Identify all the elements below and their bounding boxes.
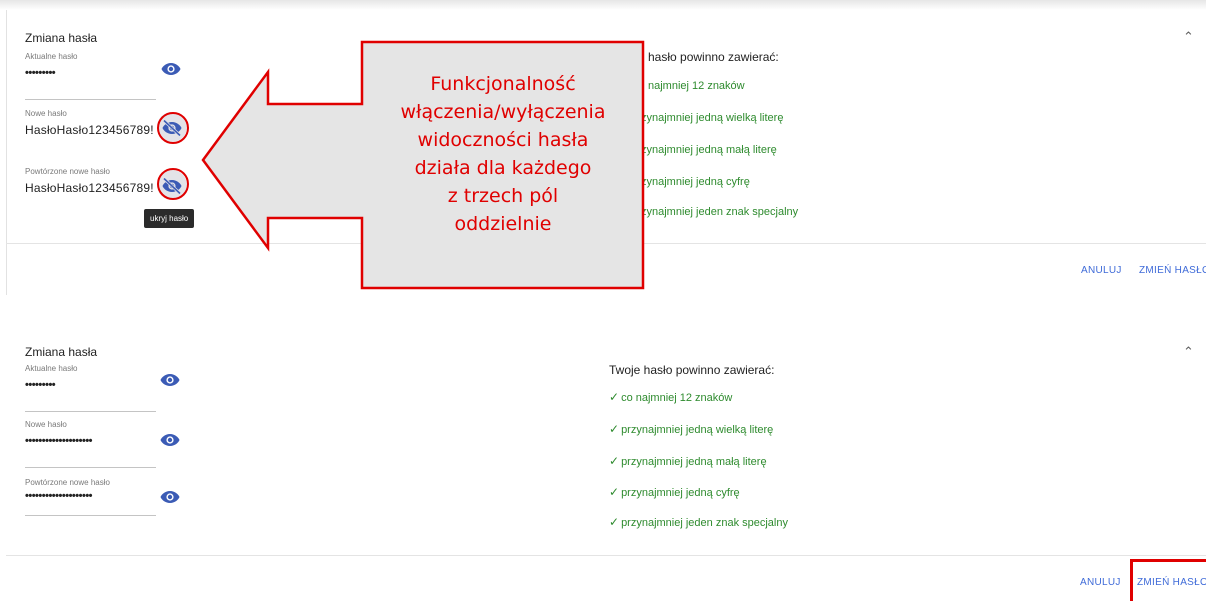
annotation-line: Funkcjonalność — [430, 73, 576, 95]
check-icon: ✓ — [609, 454, 620, 468]
check-icon: ✓ — [609, 485, 620, 499]
requirement-item: ✓ przynajmniej jedną wielką literę — [609, 422, 773, 436]
eye-icon[interactable] — [160, 433, 180, 447]
tooltip-hide-password: ukryj hasło — [144, 209, 195, 228]
requirement-item: ✓ przynajmniej jedną małą literę — [609, 454, 767, 468]
requirements-title: hasło powinno zawierać: — [648, 50, 779, 64]
current-password-label: Aktualne hasło — [25, 364, 78, 373]
requirement-text: przynajmniej jeden znak specjalny — [621, 517, 788, 529]
divider — [6, 243, 1206, 244]
new-password-field[interactable]: Nowe hasło •••••••••••••••••••• — [25, 420, 156, 468]
highlight-box — [1130, 559, 1206, 601]
section-title: Zmiana hasła — [25, 345, 98, 359]
requirements-title: Twoje hasło powinno zawierać: — [609, 363, 775, 377]
cancel-button[interactable]: ANULUJ — [1080, 577, 1121, 588]
annotation-line: włączenia/wyłączenia — [400, 101, 606, 123]
repeat-password-field[interactable]: Powtórzone nowe hasło ••••••••••••••••••… — [25, 478, 156, 516]
current-password-value: ••••••••• — [25, 67, 56, 79]
requirement-item: ✓ przynajmniej jeden znak specjalny — [609, 515, 788, 529]
check-icon: ✓ — [609, 515, 620, 529]
highlight-ring — [157, 112, 189, 144]
annotation-text: Funkcjonalność włączenia/wyłączenia wido… — [364, 70, 642, 238]
current-password-field[interactable]: Aktualne hasło ••••••••• — [25, 52, 156, 100]
highlight-ring — [157, 168, 189, 200]
chevron-up-icon[interactable]: ⌃ — [1183, 345, 1194, 358]
new-password-value: HasłoHasło123456789! — [25, 123, 154, 137]
requirement-item: ✓ co najmniej 12 znaków — [609, 390, 732, 404]
repeat-password-label: Powtórzone nowe hasło — [25, 478, 110, 487]
field-underline — [25, 99, 156, 100]
new-password-label: Nowe hasło — [25, 420, 67, 429]
top-shadow — [0, 0, 1206, 10]
requirement-item: zynajmniej jedną małą literę — [641, 144, 777, 156]
repeat-password-value: HasłoHasło123456789! — [25, 181, 154, 195]
field-underline — [25, 411, 156, 412]
repeat-password-field[interactable]: Powtórzone nowe hasło HasłoHasło12345678… — [25, 167, 156, 209]
eye-icon[interactable] — [160, 490, 180, 504]
current-password-field[interactable]: Aktualne hasło ••••••••• — [25, 364, 156, 412]
requirement-item: ✓ przynajmniej jedną cyfrę — [609, 485, 740, 499]
divider — [6, 555, 1206, 556]
requirement-item: zynajmniej jeden znak specjalny — [641, 206, 799, 218]
repeat-password-value: •••••••••••••••••••• — [25, 490, 93, 502]
annotation-line: z trzech pól — [447, 185, 559, 207]
annotation-line: oddzielnie — [454, 213, 552, 235]
check-icon: ✓ — [609, 422, 620, 436]
password-change-panel-bottom: Zmiana hasła ⌃ Aktualne hasło ••••••••• … — [0, 315, 1206, 601]
requirement-text: przynajmniej jedną cyfrę — [621, 487, 740, 499]
current-password-label: Aktualne hasło — [25, 52, 78, 61]
eye-icon[interactable] — [161, 62, 181, 76]
annotation-line: działa dla każdego — [414, 157, 592, 179]
repeat-password-label: Powtórzone nowe hasło — [25, 167, 110, 176]
change-password-button[interactable]: ZMIEŃ HASŁO — [1139, 265, 1206, 276]
requirement-item: zynajmniej jedną wielką literę — [641, 112, 784, 124]
chevron-up-icon[interactable]: ⌃ — [1183, 30, 1194, 43]
current-password-value: ••••••••• — [25, 379, 56, 391]
field-underline — [25, 467, 156, 468]
new-password-value: •••••••••••••••••••• — [25, 435, 93, 447]
check-icon: ✓ — [609, 390, 620, 404]
annotation-line: widoczności hasła — [417, 129, 589, 151]
requirement-item: zynajmniej jedną cyfrę — [641, 176, 750, 188]
panel-left-edge — [6, 10, 7, 295]
requirement-text: przynajmniej jedną wielką literę — [621, 424, 774, 436]
field-underline — [25, 515, 156, 516]
cancel-button[interactable]: ANULUJ — [1081, 265, 1122, 276]
new-password-label: Nowe hasło — [25, 109, 67, 118]
requirement-item: najmniej 12 znaków — [648, 80, 745, 92]
new-password-field[interactable]: Nowe hasło HasłoHasło123456789! — [25, 109, 156, 151]
requirement-text: przynajmniej jedną małą literę — [621, 456, 767, 468]
section-title: Zmiana hasła — [25, 31, 98, 45]
requirement-text: co najmniej 12 znaków — [621, 392, 733, 404]
eye-icon[interactable] — [160, 373, 180, 387]
